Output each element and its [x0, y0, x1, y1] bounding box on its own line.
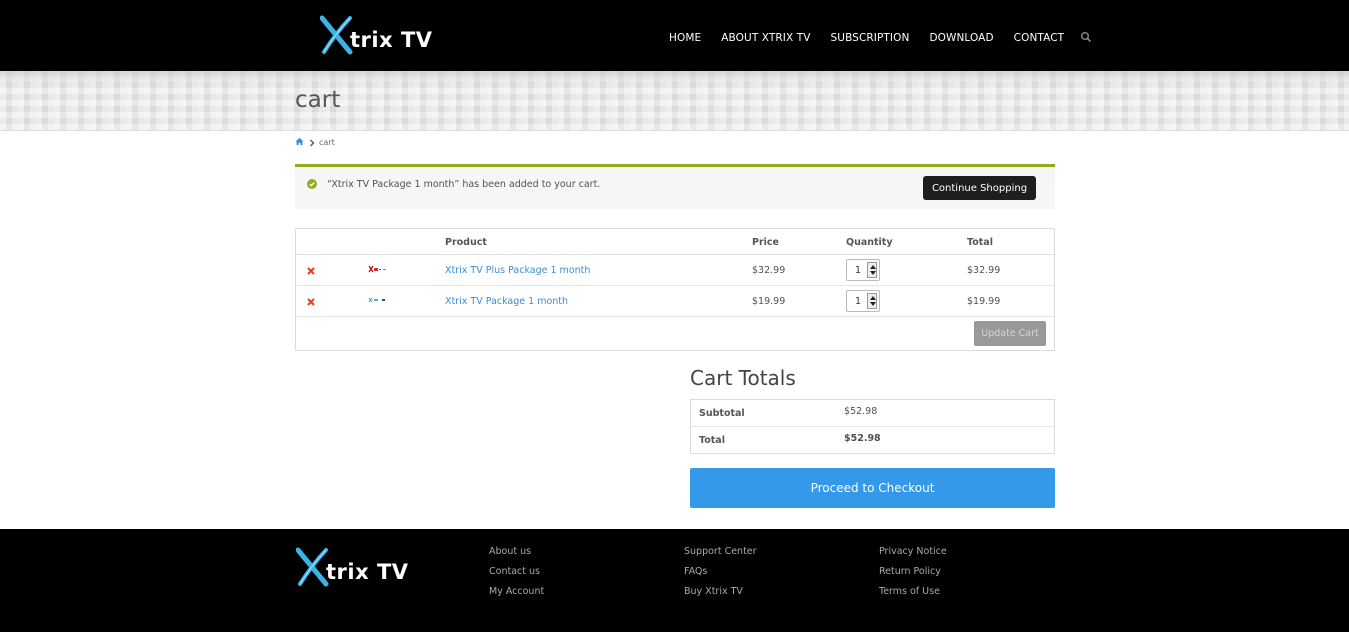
product-thumbnail[interactable] [368, 265, 388, 273]
continue-shopping-button[interactable]: Continue Shopping [923, 176, 1036, 200]
cart-totals-title: Cart Totals [690, 366, 796, 390]
spinner-arrows-icon[interactable] [867, 262, 877, 278]
total-label: Total [699, 435, 725, 446]
remove-item-icon[interactable] [307, 298, 315, 306]
total-value: $52.98 [844, 433, 881, 444]
quantity-stepper[interactable]: 1 [846, 290, 880, 312]
product-price: $32.99 [752, 265, 786, 276]
check-circle-icon [307, 179, 317, 189]
logo-x-mark [320, 15, 354, 55]
product-total: $32.99 [967, 265, 1001, 276]
footer-link-about[interactable]: About us [489, 546, 544, 558]
header-quantity: Quantity [846, 237, 893, 248]
cart-added-notice: “Xtrix TV Package 1 month” has been adde… [295, 164, 1055, 209]
notice-message: “Xtrix TV Package 1 month” has been adde… [327, 179, 601, 190]
table-row: Xtrix TV Plus Package 1 month $32.99 1 $… [296, 255, 1054, 286]
update-cart-button[interactable]: Update Cart [974, 321, 1046, 346]
table-row: Xtrix TV Package 1 month $19.99 1 $19.99 [296, 286, 1054, 317]
quantity-stepper[interactable]: 1 [846, 259, 880, 281]
quantity-value: 1 [855, 265, 862, 276]
footer-link-support[interactable]: Support Center [684, 546, 757, 558]
nav-about[interactable]: ABOUT XTRIX TV [721, 32, 810, 44]
home-icon[interactable] [295, 137, 304, 148]
footer-link-contact[interactable]: Contact us [489, 566, 544, 578]
logo-text: trix TV [326, 560, 409, 584]
footer-logo[interactable]: trix TV [296, 547, 409, 587]
subtotal-row: Subtotal $52.98 [691, 400, 1054, 427]
proceed-to-checkout-button[interactable]: Proceed to Checkout [690, 468, 1055, 508]
header-price: Price [752, 237, 779, 248]
product-link[interactable]: Xtrix TV Package 1 month [445, 296, 568, 307]
site-footer: trix TV About us Contact us My Account S… [0, 529, 1349, 632]
footer-link-account[interactable]: My Account [489, 586, 544, 598]
chevron-right-icon [310, 139, 315, 146]
footer-link-buy[interactable]: Buy Xtrix TV [684, 586, 757, 598]
product-link[interactable]: Xtrix TV Plus Package 1 month [445, 265, 590, 276]
site-logo[interactable]: trix TV [320, 15, 433, 55]
nav-contact[interactable]: CONTACT [1014, 32, 1065, 44]
footer-column-1: About us Contact us My Account [489, 546, 544, 606]
product-total: $19.99 [967, 296, 1001, 307]
cart-table-header: Product Price Quantity Total [296, 229, 1054, 255]
search-icon[interactable] [1081, 28, 1092, 47]
footer-link-returns[interactable]: Return Policy [879, 566, 947, 578]
total-row: Total $52.98 [691, 427, 1054, 454]
remove-item-icon[interactable] [307, 267, 315, 275]
subtotal-value: $52.98 [844, 406, 878, 417]
product-thumbnail[interactable] [368, 296, 388, 304]
page-title: cart [295, 87, 341, 113]
footer-link-faqs[interactable]: FAQs [684, 566, 757, 578]
product-price: $19.99 [752, 296, 786, 307]
footer-column-2: Support Center FAQs Buy Xtrix TV [684, 546, 757, 606]
nav-download[interactable]: DOWNLOAD [929, 32, 993, 44]
breadcrumb: cart [295, 137, 335, 148]
cart-totals-table: Subtotal $52.98 Total $52.98 [690, 399, 1055, 454]
main-nav: HOME ABOUT XTRIX TV SUBSCRIPTION DOWNLOA… [669, 28, 1092, 47]
subtotal-label: Subtotal [699, 408, 745, 419]
breadcrumb-current: cart [319, 138, 335, 147]
logo-x-mark [296, 547, 330, 587]
spinner-arrows-icon[interactable] [867, 293, 877, 309]
nav-home[interactable]: HOME [669, 32, 701, 44]
site-header: trix TV HOME ABOUT XTRIX TV SUBSCRIPTION… [0, 0, 1349, 71]
footer-column-3: Privacy Notice Return Policy Terms of Us… [879, 546, 947, 606]
quantity-value: 1 [855, 296, 862, 307]
header-product: Product [445, 237, 487, 248]
footer-link-terms[interactable]: Terms of Use [879, 586, 947, 598]
cart-table: Product Price Quantity Total Xtrix TV Pl… [295, 228, 1055, 351]
logo-text: trix TV [350, 28, 433, 52]
nav-subscription[interactable]: SUBSCRIPTION [831, 32, 910, 44]
page-title-band: cart [0, 71, 1349, 131]
footer-link-privacy[interactable]: Privacy Notice [879, 546, 947, 558]
header-total: Total [967, 237, 993, 248]
